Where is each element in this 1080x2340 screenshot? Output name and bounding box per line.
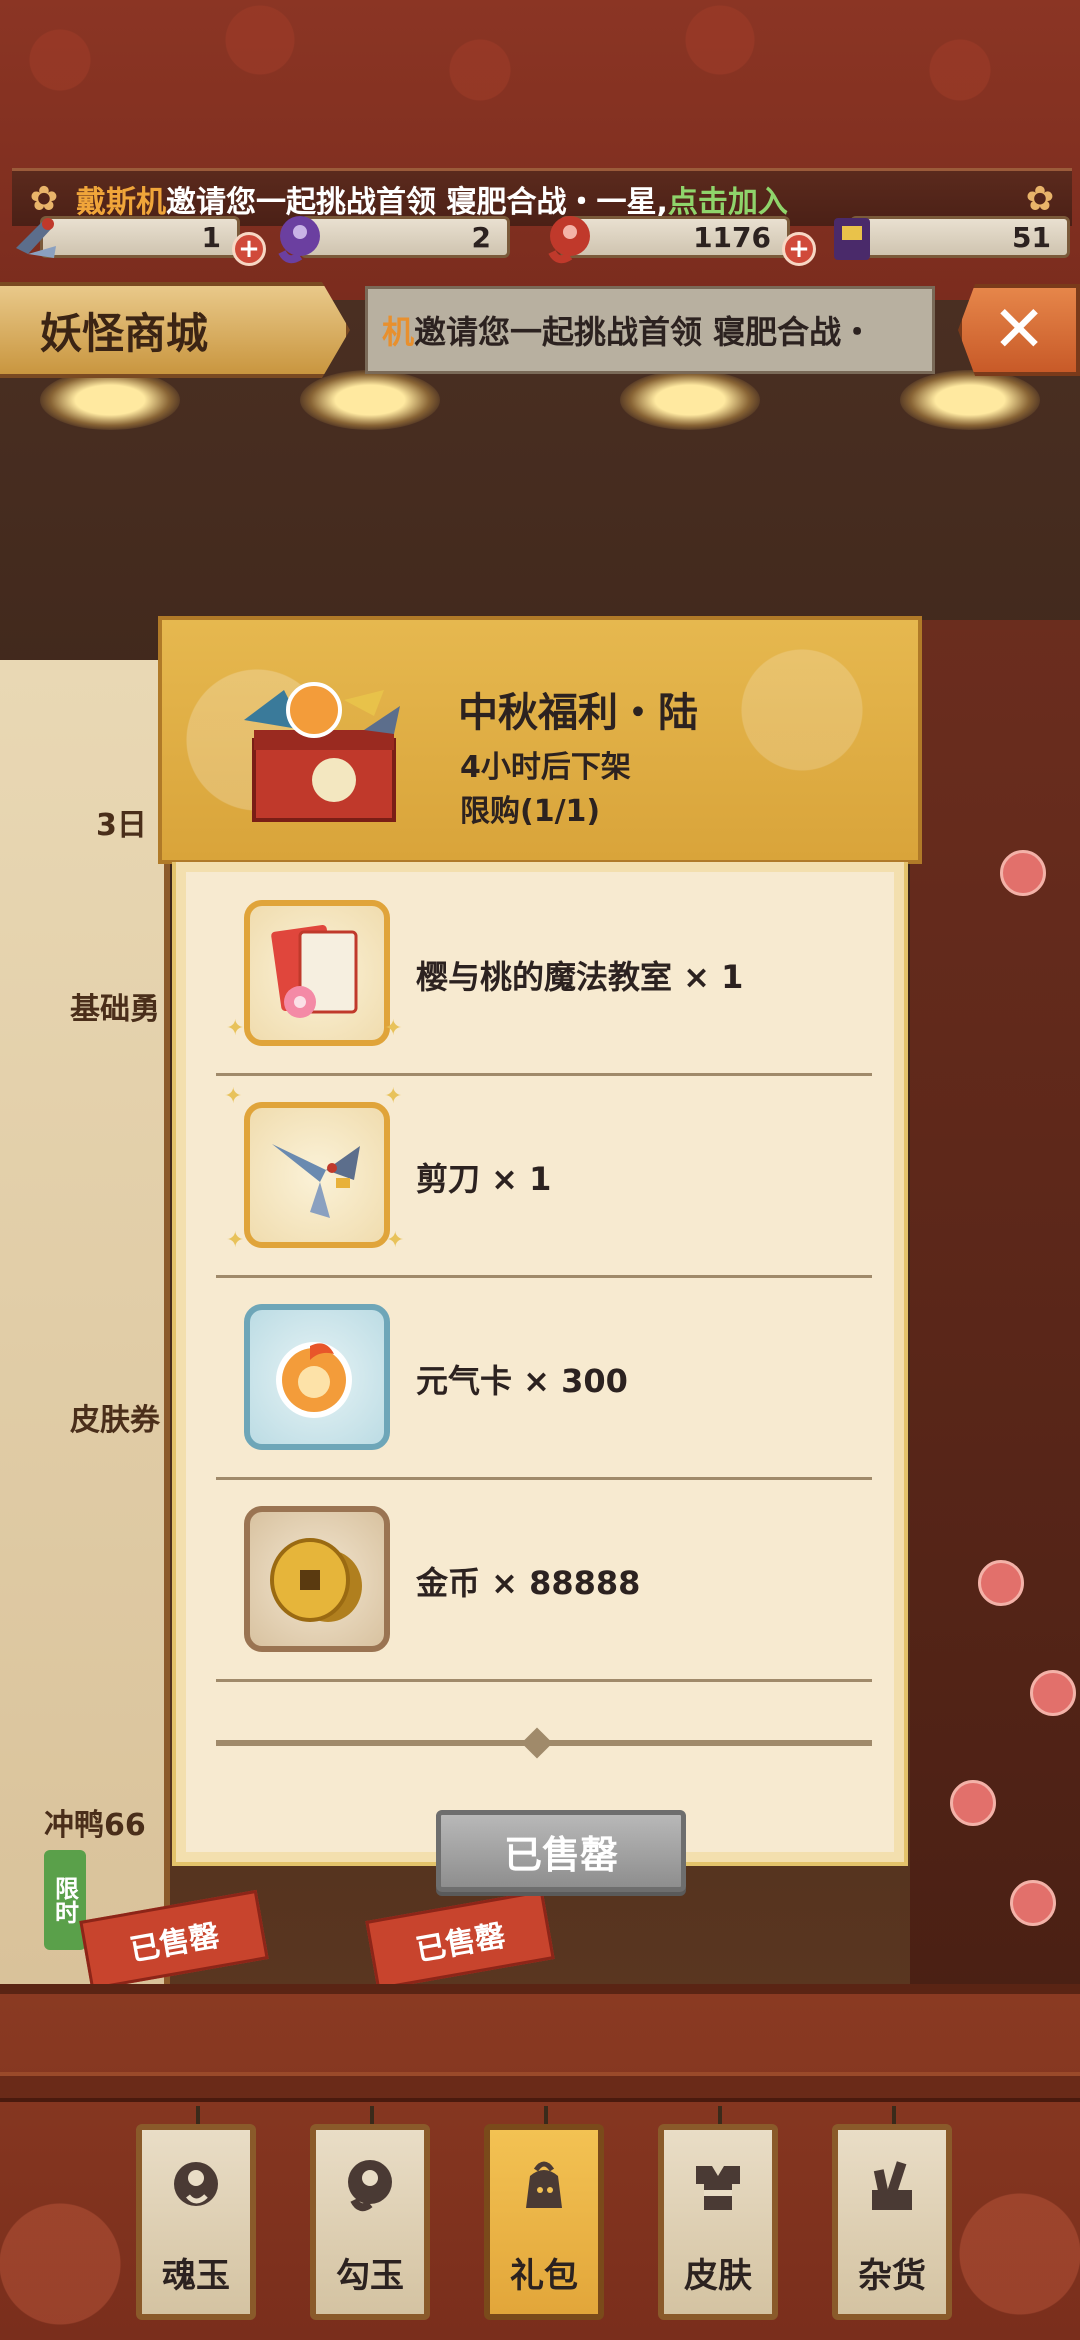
lamp-light (40, 370, 180, 430)
pack-item: 元气卡 × 300 (216, 1280, 872, 1480)
tab-gift-pack[interactable]: 礼包 (484, 2124, 604, 2320)
tab-label: 杂货 (858, 2256, 926, 2296)
soul-jade-icon (174, 2162, 218, 2206)
gold-coin-icon (270, 1538, 362, 1622)
ticker-inviter: 机 (382, 313, 415, 351)
item-label: 金币 × 88888 (416, 1564, 641, 1602)
gift-bag-icon (526, 2161, 562, 2208)
tab-skin[interactable]: 皮肤 (658, 2124, 778, 2320)
currency-ticket: 51 (850, 216, 1070, 258)
goods-icon (872, 2161, 912, 2210)
bg-label: 皮肤券 (70, 1403, 160, 1438)
currency-value: 51 (1012, 220, 1051, 254)
tab-label: 礼包 (510, 2256, 578, 2296)
item-label: 元气卡 × 300 (416, 1362, 628, 1400)
blossom-icon (950, 1780, 996, 1826)
limited-badge: 限时 (44, 1850, 86, 1950)
sparkle-icon: ✦ (226, 1016, 245, 1041)
blossom-icon (1010, 1880, 1056, 1926)
modal-header: 中秋福利・陆 4小时后下架 限购(1/1) (158, 616, 922, 864)
currency-value: 2 (471, 220, 491, 254)
pack-purchase-limit: 限购(1/1) (460, 794, 601, 829)
tab-magatama[interactable]: 勾玉 (310, 2124, 430, 2320)
magatama-icon (348, 2160, 392, 2212)
tab-label: 魂玉 (162, 2256, 230, 2296)
item-frame (244, 900, 390, 1046)
lamp-light (300, 370, 440, 430)
kimono-icon (696, 2166, 740, 2210)
tab-label: 勾玉 (336, 2256, 404, 2296)
gift-pack-modal: 中秋福利・陆 4小时后下架 限购(1/1) ✦ ✦ 樱与桃的魔法教室 × 1 ✦… (158, 616, 922, 1892)
background-shop-column (0, 660, 170, 1990)
pack-item: 金币 × 88888 (216, 1482, 872, 1682)
blossom-icon (1030, 1670, 1076, 1716)
sparkle-icon: ✦ (226, 1228, 245, 1253)
shop-title: 妖怪商城 (0, 282, 350, 378)
pack-title: 中秋福利・陆 (458, 690, 698, 736)
bottom-tab-bar: 魂玉 勾玉 礼包 皮肤 杂货 (0, 1984, 1080, 2340)
lamp-light (900, 370, 1040, 430)
pack-expire-time: 4小时后下架 (460, 750, 631, 785)
magatama-purple-icon (278, 216, 320, 264)
blossom-icon (1000, 850, 1046, 896)
item-label: 剪刀 × 1 (416, 1160, 552, 1198)
item-frame (244, 1506, 390, 1652)
lamp-light (620, 370, 760, 430)
sparkle-icon: ✦ (386, 1228, 405, 1253)
ticket-icon (834, 218, 870, 260)
tab-goods[interactable]: 杂货 (832, 2124, 952, 2320)
blossom-icon (978, 1560, 1024, 1606)
sold-out-button[interactable]: 已售罄 (436, 1810, 686, 1892)
scissors-icon (16, 218, 56, 258)
invite-ticker[interactable]: 机 邀请您一起挑战首领 寝肥合战・ (365, 286, 935, 374)
item-label: 樱与桃的魔法教室 × 1 (416, 958, 744, 996)
tab-soul-jade[interactable]: 魂玉 (136, 2124, 256, 2320)
currency-value: 1 (201, 220, 221, 254)
bg-label: 基础勇 (70, 992, 160, 1027)
close-button[interactable]: ✕ (958, 284, 1080, 376)
pack-item: ✦ ✦ ✦ ✦ 剪刀 × 1 (216, 1078, 872, 1278)
sparkle-icon: ✦ (224, 1084, 243, 1109)
close-icon: ✕ (992, 293, 1046, 367)
currency-purple-magatama: 2 (300, 216, 510, 258)
currency-value: 1176 (693, 220, 771, 254)
tab-label: 皮肤 (684, 2256, 752, 2296)
tab-rail (0, 2072, 1080, 2102)
sparkle-icon: ✦ (384, 1016, 403, 1041)
magatama-red-icon (548, 216, 590, 264)
add-magatama-button[interactable]: + (782, 232, 816, 266)
modal-body: ✦ ✦ 樱与桃的魔法教室 × 1 ✦ ✦ ✦ ✦ 剪刀 × 1 元气卡 × 30… (172, 862, 908, 1892)
pack-item: ✦ ✦ 樱与桃的魔法教室 × 1 (216, 876, 872, 1076)
vitality-card-icon (276, 1342, 352, 1418)
add-scissors-button[interactable]: + (232, 232, 266, 266)
bg-label: 3日 (96, 808, 147, 843)
item-frame (244, 1304, 390, 1450)
scissors-icon (272, 1144, 360, 1218)
background-decoration (910, 620, 1080, 2000)
bg-label: 冲鸭66 (44, 1808, 146, 1843)
ticker-message: 邀请您一起挑战首领 寝肥合战・ (414, 313, 874, 351)
red-envelope-icon (271, 925, 358, 1018)
divider-ornament (521, 1727, 553, 1759)
item-frame (244, 1102, 390, 1248)
shop-header: 妖怪商城 机 邀请您一起挑战首领 寝肥合战・ ✕ (0, 282, 1080, 378)
currency-scissors: 1 (40, 216, 240, 258)
currency-row: 1 + 2 1176 + 51 (0, 208, 1080, 266)
sparkle-icon: ✦ (384, 1084, 403, 1109)
gift-box-icon (244, 682, 400, 822)
